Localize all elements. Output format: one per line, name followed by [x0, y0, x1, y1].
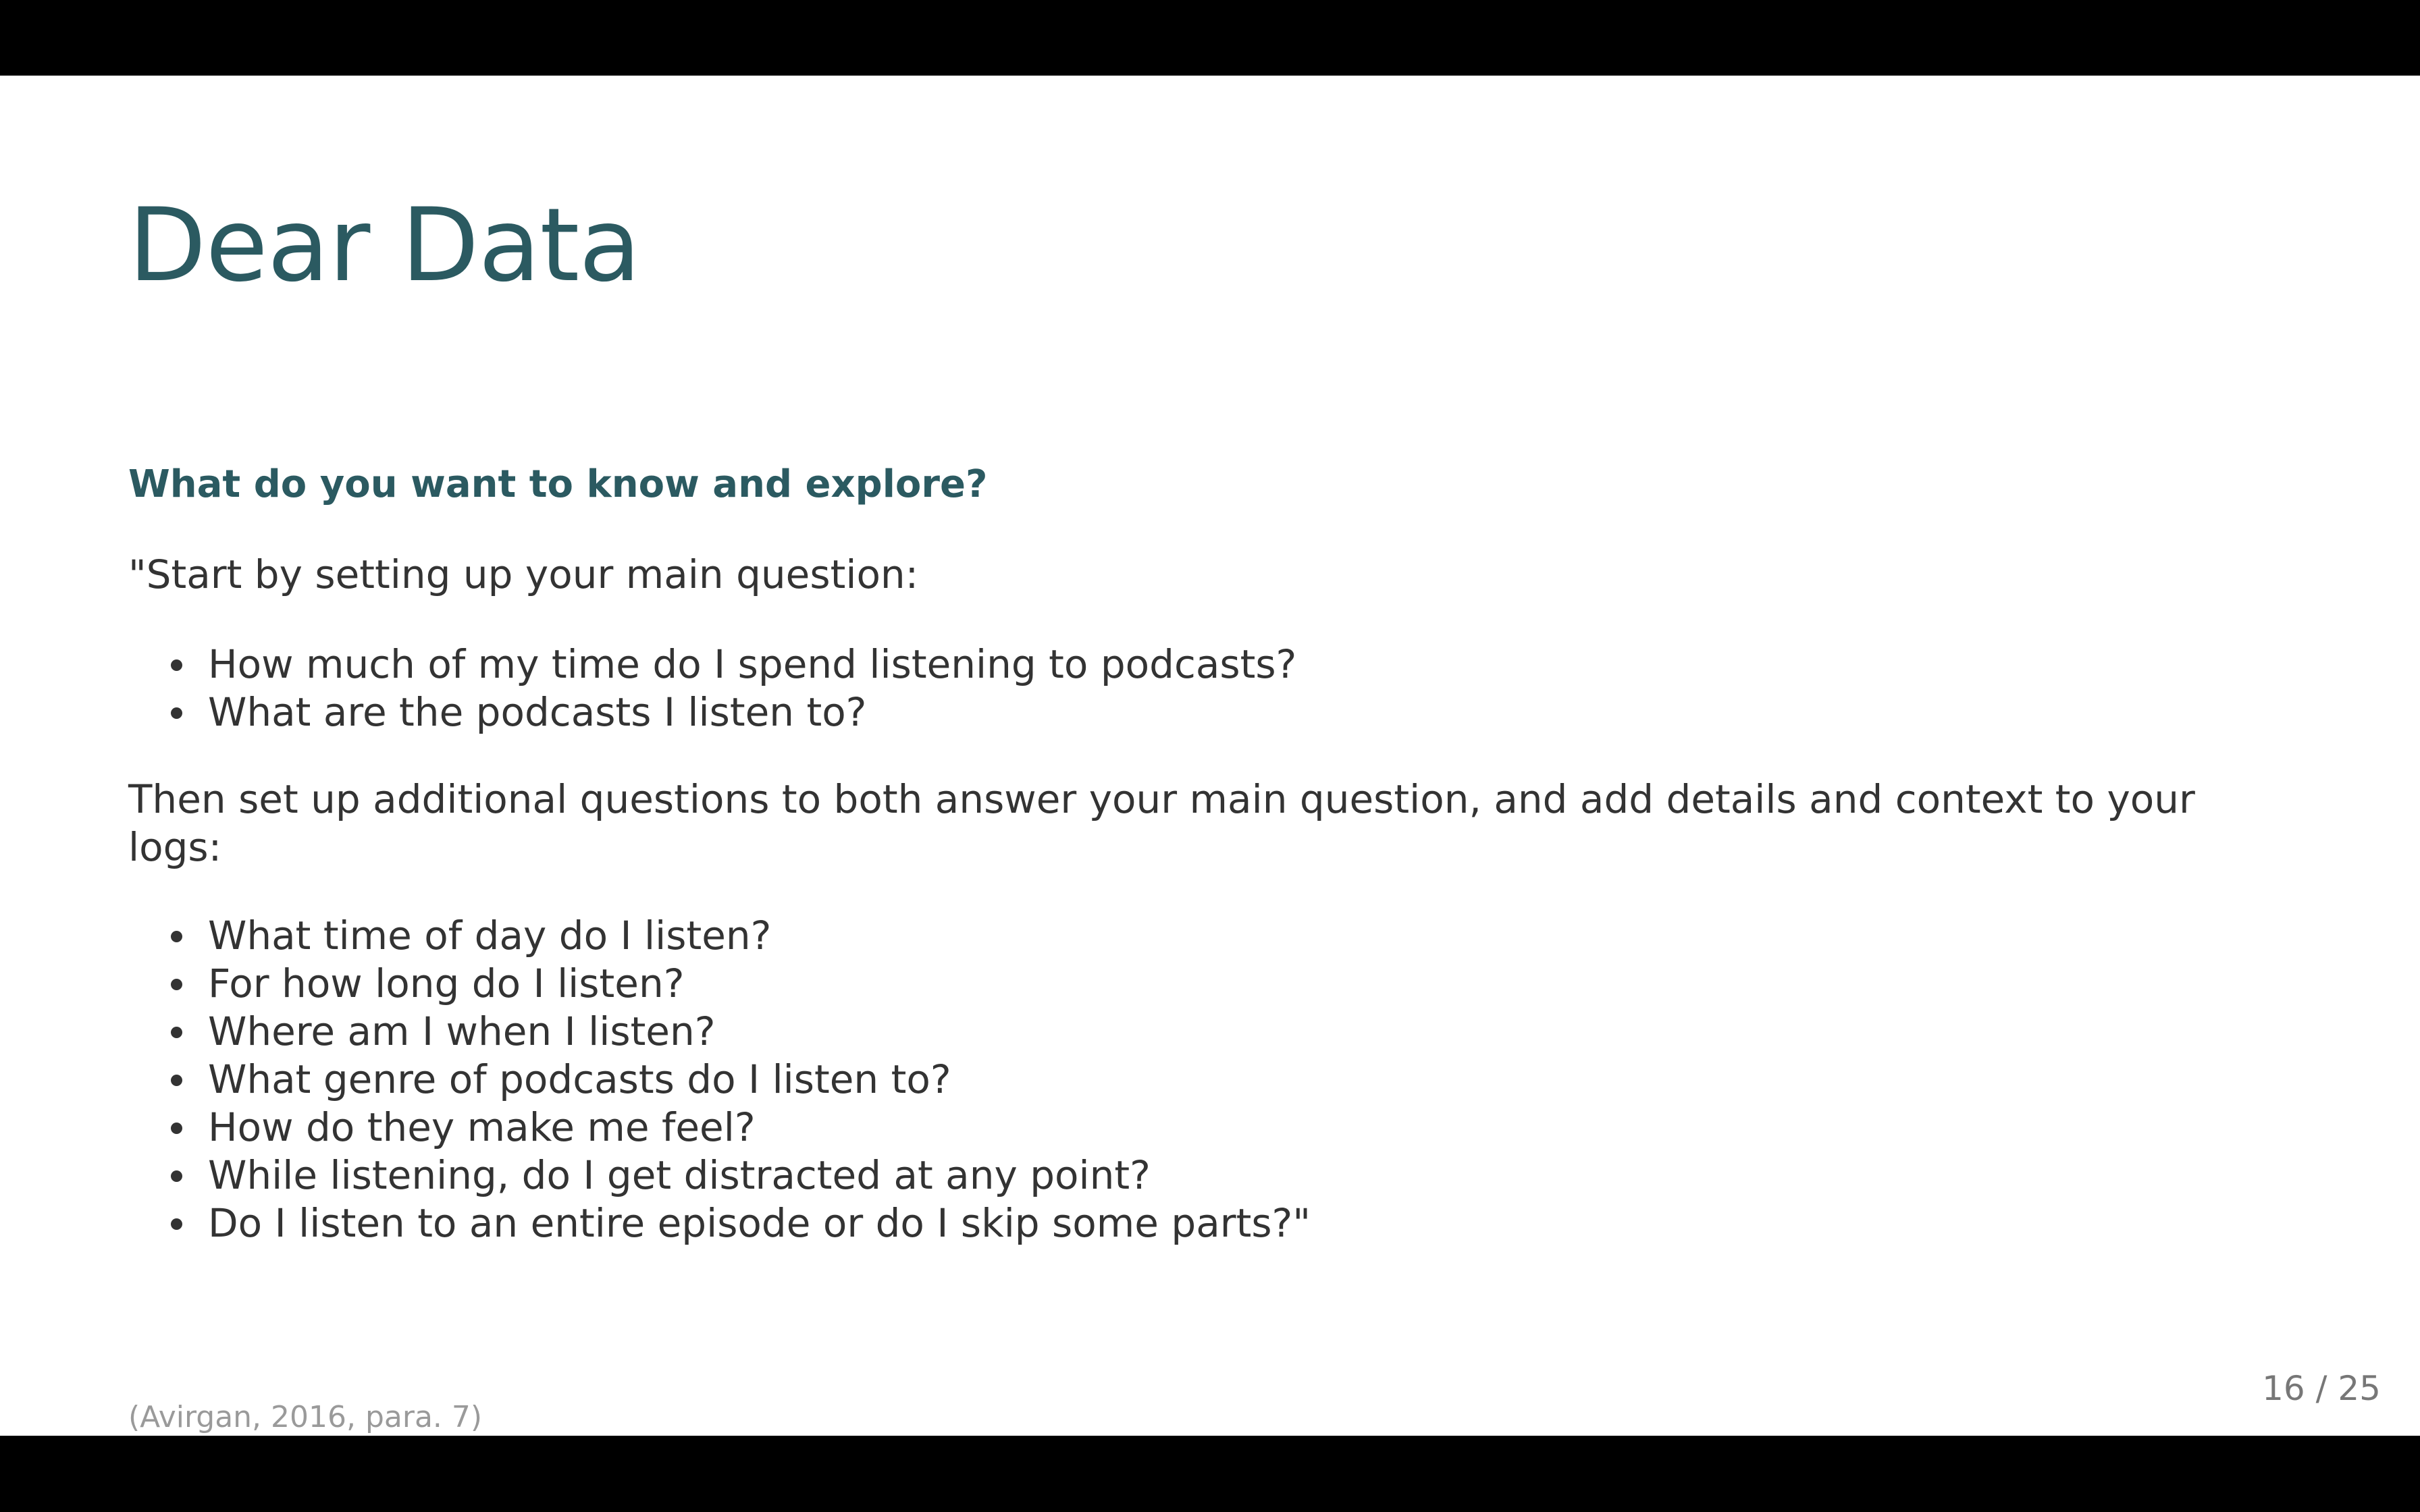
list-item-text: How do they make me feel? [208, 1104, 756, 1150]
list-item: For how long do I listen? [128, 960, 1311, 1008]
list-item: How do they make me feel? [128, 1104, 1311, 1152]
list-item-text: What genre of podcasts do I listen to? [208, 1056, 951, 1102]
list-item-text: How much of my time do I spend listening… [208, 641, 1297, 687]
letterbox-bottom [0, 1436, 2420, 1512]
list-item: What genre of podcasts do I listen to? [128, 1056, 1311, 1104]
list-item-text: For how long do I listen? [208, 961, 685, 1006]
bullet-icon [171, 1075, 182, 1086]
slide-title: Dear Data [128, 187, 641, 304]
context-paragraph: Then set up additional questions to both… [128, 776, 2195, 870]
additional-questions-list: What time of day do I listen? For how lo… [128, 912, 1311, 1247]
citation: (Avirgan, 2016, para. 7) [128, 1400, 483, 1434]
list-item-text: Where am I when I listen? [208, 1008, 716, 1054]
letterbox-top [0, 0, 2420, 76]
list-item-text: Do I listen to an entire episode or do I… [208, 1200, 1311, 1246]
list-item: What time of day do I listen? [128, 912, 1311, 960]
list-item: Do I listen to an entire episode or do I… [128, 1199, 1311, 1247]
bullet-icon [171, 931, 182, 942]
slide-page-number: 16 / 25 [2262, 1369, 2381, 1408]
bullet-icon [171, 1123, 182, 1134]
list-item: Where am I when I listen? [128, 1008, 1311, 1056]
list-item: What are the podcasts I listen to? [128, 688, 1296, 736]
main-questions-list: How much of my time do I spend listening… [128, 641, 1296, 736]
list-item: How much of my time do I spend listening… [128, 641, 1296, 688]
list-item-text: While listening, do I get distracted at … [208, 1152, 1151, 1198]
bullet-icon [171, 979, 182, 990]
bullet-icon [171, 1170, 182, 1182]
list-item-text: What are the podcasts I listen to? [208, 689, 867, 735]
bullet-icon [171, 1027, 182, 1038]
bullet-icon [171, 707, 182, 719]
list-item-text: What time of day do I listen? [208, 913, 772, 959]
slide-subtitle: What do you want to know and explore? [128, 462, 988, 506]
presentation-slide: Dear Data What do you want to know and e… [0, 76, 2420, 1436]
intro-paragraph: "Start by setting up your main question: [128, 551, 919, 597]
bullet-icon [171, 659, 182, 671]
list-item: While listening, do I get distracted at … [128, 1152, 1311, 1199]
bullet-icon [171, 1218, 182, 1230]
